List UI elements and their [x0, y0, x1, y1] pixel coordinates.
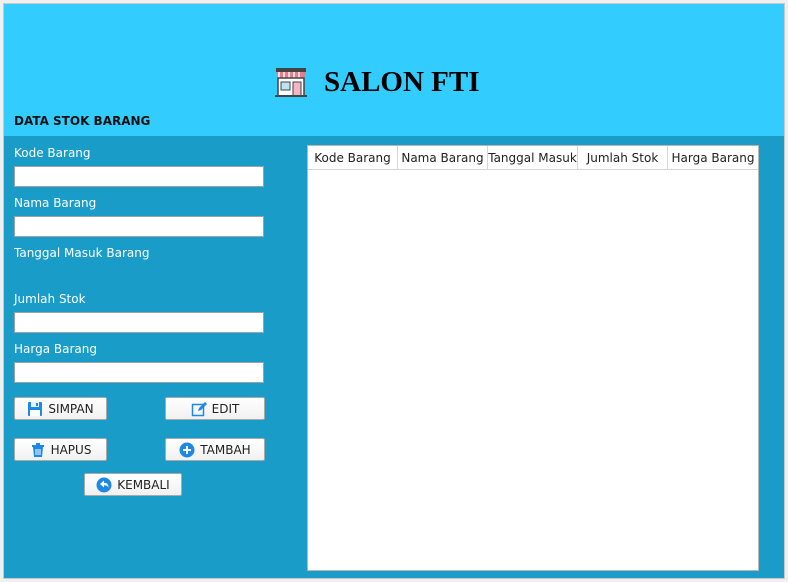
kode-barang-label: Kode Barang — [14, 146, 91, 160]
trash-icon — [31, 442, 44, 457]
tanggal-masuk-label: Tanggal Masuk Barang — [14, 246, 150, 260]
edit-button[interactable]: EDIT — [165, 397, 265, 420]
column-header-kode-barang[interactable]: Kode Barang — [308, 146, 398, 170]
nama-barang-label: Nama Barang — [14, 196, 97, 210]
section-title: DATA STOK BARANG — [14, 114, 151, 128]
main-panel: Kode Barang Nama Barang Tanggal Masuk Ba… — [4, 136, 784, 578]
column-header-harga-barang[interactable]: Harga Barang — [668, 146, 758, 170]
hapus-button-label: HAPUS — [50, 442, 92, 457]
harga-barang-label: Harga Barang — [14, 342, 97, 356]
simpan-button-label: SIMPAN — [48, 401, 94, 416]
edit-button-label: EDIT — [211, 401, 240, 416]
harga-barang-input[interactable] — [14, 362, 264, 383]
kembali-button-label: KEMBALI — [117, 477, 170, 492]
tambah-button[interactable]: TAMBAH — [165, 438, 265, 461]
app-window: SALON FTI DATA STOK BARANG Kode Barang N… — [3, 3, 785, 579]
store-icon — [275, 68, 307, 97]
column-header-tanggal-masuk[interactable]: Tanggal Masuk — [488, 146, 578, 170]
tambah-button-label: TAMBAH — [200, 442, 251, 457]
nama-barang-input[interactable] — [14, 216, 264, 237]
plus-circle-icon — [179, 442, 195, 457]
jumlah-stok-input[interactable] — [14, 312, 264, 333]
stock-table[interactable]: Kode Barang Nama Barang Tanggal Masuk Ju… — [307, 145, 759, 571]
column-header-nama-barang[interactable]: Nama Barang — [398, 146, 488, 170]
column-header-jumlah-stok[interactable]: Jumlah Stok — [578, 146, 668, 170]
kembali-button[interactable]: KEMBALI — [84, 473, 182, 496]
simpan-button[interactable]: SIMPAN — [14, 397, 107, 420]
header-bar: SALON FTI DATA STOK BARANG — [4, 4, 784, 136]
jumlah-stok-label: Jumlah Stok — [14, 292, 86, 306]
table-header: Kode Barang Nama Barang Tanggal Masuk Ju… — [308, 146, 758, 170]
app-title: SALON FTI — [324, 65, 480, 98]
edit-icon — [191, 401, 207, 416]
back-arrow-icon — [96, 477, 112, 492]
table-body[interactable] — [308, 170, 758, 570]
floppy-disk-icon — [28, 401, 43, 416]
kode-barang-input[interactable] — [14, 166, 264, 187]
title-area: SALON FTI — [274, 64, 480, 100]
hapus-button[interactable]: HAPUS — [14, 438, 107, 461]
